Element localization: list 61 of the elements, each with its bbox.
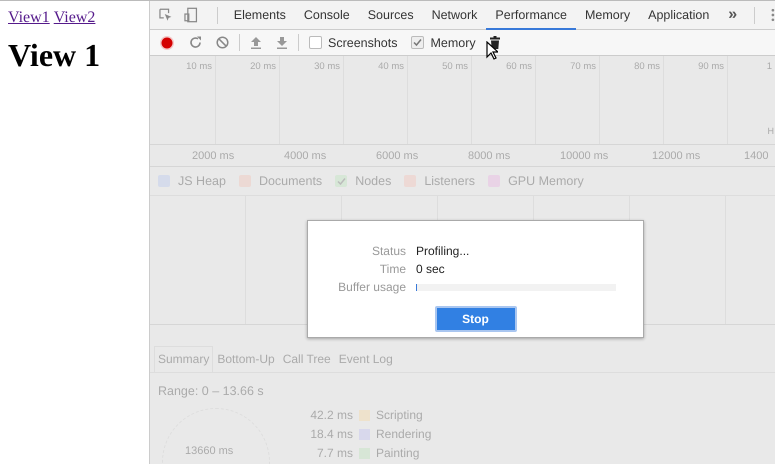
panel-tab[interactable]: Network: [422, 2, 486, 30]
summary-time: 18.4 ms: [309, 427, 353, 441]
field-value: Profiling...: [416, 244, 470, 258]
ruler-tick: 4000 ms: [284, 150, 328, 162]
reload-icon[interactable]: [189, 36, 202, 49]
time-tick: 60 ms: [506, 61, 532, 72]
clear-icon[interactable]: [216, 36, 229, 49]
field-label: Buffer usage: [337, 280, 407, 294]
trash-icon[interactable]: [490, 36, 500, 49]
field-value: 0 sec: [416, 262, 445, 276]
summary-time: 42.2 ms: [309, 408, 353, 422]
ruler-tick: 1400: [744, 150, 770, 162]
ruler-tick: 10000 ms: [560, 150, 610, 162]
donut-total: 13660 ms: [185, 445, 234, 457]
time-tick: 50 ms: [442, 61, 468, 72]
time-tick: 30 ms: [314, 61, 340, 72]
menu-icon[interactable]: [771, 8, 775, 22]
page-link[interactable]: View1: [8, 9, 50, 27]
upload-icon[interactable]: [250, 36, 262, 49]
summary-label: Painting: [376, 446, 420, 460]
panel-tab[interactable]: Console: [294, 2, 359, 30]
checkbox[interactable]: [309, 36, 322, 49]
field-label: Status: [370, 244, 407, 258]
counter-checkbox[interactable]: [335, 175, 348, 187]
time-tick: 20 ms: [250, 61, 276, 72]
panel-tab[interactable]: Application: [639, 2, 718, 30]
field-label: Time: [378, 262, 407, 276]
checkbox-label: Memory: [430, 36, 476, 50]
summary-label: Scripting: [376, 408, 423, 422]
inspect-icon[interactable]: [159, 8, 172, 22]
ruler-tick: 2000 ms: [192, 150, 236, 162]
counter-label: GPU Memory: [508, 174, 584, 188]
time-tick: 1: [766, 61, 772, 72]
panel-tab[interactable]: Memory: [576, 2, 640, 30]
counter-label: Documents: [258, 174, 322, 188]
record-icon[interactable]: [159, 34, 175, 50]
page-link[interactable]: View2: [54, 9, 96, 27]
stop-button[interactable]: Stop: [434, 306, 516, 332]
counter-label: Listeners: [424, 174, 476, 188]
device-icon[interactable]: [184, 7, 198, 23]
time-tick: 40 ms: [378, 61, 404, 72]
panel-tab[interactable]: Sources: [358, 2, 423, 30]
ruler-tick: 8000 ms: [468, 150, 512, 162]
checkbox-label: Screenshots: [328, 36, 398, 50]
time-tick: 90 ms: [698, 61, 724, 72]
checkbox[interactable]: [411, 36, 424, 49]
download-icon[interactable]: [276, 36, 288, 49]
time-tick: 80 ms: [634, 61, 660, 72]
summary-time: 7.7 ms: [316, 446, 353, 460]
range-text: Range: 0 – 13.66 s: [157, 383, 265, 400]
time-tick: 10 ms: [186, 61, 212, 72]
overview-label: H: [768, 126, 774, 136]
page-heading: View 1: [8, 37, 102, 74]
counter-label: Nodes: [355, 174, 392, 188]
summary-label: Rendering: [376, 427, 432, 441]
ruler-tick: 6000 ms: [376, 150, 420, 162]
panel-tab[interactable]: Elements: [224, 2, 295, 30]
time-tick: 70 ms: [570, 61, 596, 72]
counter-label: JS Heap: [178, 174, 226, 188]
more-tabs-button[interactable]: »: [718, 6, 748, 24]
ruler-tick: 12000 ms: [652, 150, 702, 162]
